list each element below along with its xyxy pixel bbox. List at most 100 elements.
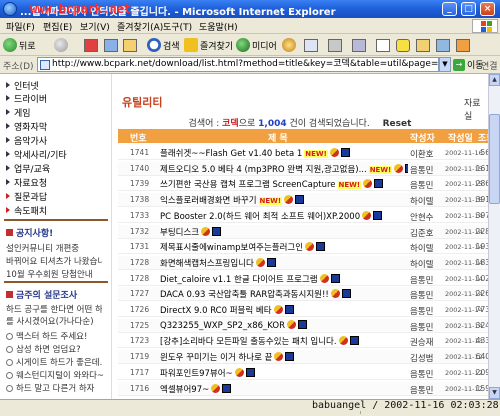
download-disk-icon[interactable] [316,242,326,252]
minimize-button[interactable]: _ [442,2,457,16]
row-subject-link[interactable]: PC Booster 2.0(하드 웨어 최적 소프트 웨어)XP.2000 [160,212,360,222]
poll-option[interactable]: 시게이트 하드가 좋은데. [6,356,110,368]
download-disk-icon[interactable] [330,273,340,283]
row-author[interactable]: 음통민 [410,179,433,191]
table-row[interactable]: 1727 DACA 0.93 국산압축툴 RAR압축과동시지원!! 음통민 2002-… [118,287,488,302]
row-author[interactable]: 하이텔 [410,242,433,254]
table-row[interactable]: 1740 제트오디오 5.0 베타 4 (mp3PRO 완벽 지원,광고없음)..… [118,161,488,176]
row-author[interactable]: 권승재 [410,336,433,348]
row-subject-link[interactable]: 쓰기편한 국산용 캡쳐 프로그램 ScreenCapture [160,180,336,190]
sidebar-item[interactable]: 속도패치 [14,204,47,217]
table-row[interactable]: 1719 윈도우 꾸미기는 이거 하나로 끝 김성범 2002-11-12 640 [118,350,488,365]
table-row[interactable]: 1728 화면해색캡처스프링입니다 하이텔 2002-11-14 183 [118,255,488,270]
download-disk-icon[interactable] [212,226,222,236]
row-subject-link[interactable]: DACA 0.93 국산압축툴 RAR압축과동시지원!! [160,290,329,300]
address-dropdown-icon[interactable]: ▼ [439,57,451,72]
row-subject-link[interactable]: 플래쉬겟~~Flash Get v1.40 beta 1 [160,149,302,159]
download-disk-icon[interactable] [284,305,294,314]
row-author[interactable]: 김성범 [410,352,433,364]
download-disk-icon[interactable] [285,352,295,362]
row-subject-link[interactable]: Diet_caloire v1.1 한글 다이어트 프로그램 [160,275,318,285]
extra-button[interactable] [456,37,470,53]
sidebar-item[interactable]: 드라이버 [14,92,47,105]
table-row[interactable]: 1723 [강추]소리바다 모든파일 출동수있는 패치 입니다. 권승재 2002-1… [118,334,488,349]
row-author[interactable]: 음통민 [410,368,433,380]
discuss-button[interactable] [376,37,390,53]
poll-option[interactable]: 하드 말고 다른거 하자 [6,382,110,394]
radio-icon[interactable] [6,372,13,379]
print-button[interactable] [328,37,342,53]
messenger-button[interactable] [396,37,410,53]
sidebar-item[interactable]: 인터넷 [14,79,39,92]
menu-help[interactable]: 도움말(H) [199,20,238,33]
table-row[interactable]: 1716 엑셀뷰어97~ 음통민 2002-11-12 159 [118,381,488,396]
row-author[interactable]: 음통민 [410,164,433,176]
table-row[interactable]: 1726 DirectX 9.0 RC0 퍼블릭 베타 음통민 2002-11-14 7… [118,303,488,317]
links-label[interactable]: 연결 [481,59,498,72]
sidebar-item[interactable]: 영화자막 [14,120,47,133]
stop-button[interactable] [84,37,98,53]
row-subject-link[interactable]: 파워포인트97뷰어~ [160,369,233,379]
sidebar-item[interactable]: 자료요청 [14,176,47,189]
row-subject-link[interactable]: 부팅디스크 [160,228,199,238]
radio-icon[interactable] [6,333,13,340]
table-row[interactable]: 1717 파워포인트97뷰어~ 음통민 2002-11-12 209 [118,366,488,380]
reset-link[interactable]: Reset [383,119,412,129]
vertical-scrollbar[interactable]: ▲ ▼ [488,74,500,399]
download-disk-icon[interactable] [222,383,232,393]
download-disk-icon[interactable] [373,210,383,220]
menu-favorites[interactable]: 즐겨찾기(A) [117,20,163,33]
radio-icon[interactable] [6,385,13,392]
home-button[interactable] [123,37,137,53]
back-button[interactable]: 뒤로 [3,37,36,53]
row-author[interactable]: 안현수 [410,211,433,223]
table-row[interactable]: 1728 Diet_caloire v1.1 한글 다이어트 프로그램 음통민 200… [118,272,488,286]
table-row[interactable]: 1725 Q323255_WXP_SP2_x86_KOR 음통민 2002-11-14… [118,318,488,333]
sidebar-item[interactable]: 질문과답 [14,190,47,203]
row-author[interactable]: 김준호 [410,227,433,239]
radio-icon[interactable] [6,346,13,353]
table-row[interactable]: 1732 부팅디스크 김준호 2002-11-14 228 [118,224,488,239]
sidebar-item[interactable]: 게임 [14,106,31,119]
row-author[interactable]: 음통민 [410,289,433,301]
menu-file[interactable]: 파일(F) [6,20,35,33]
download-disk-icon[interactable] [245,367,255,377]
download-disk-icon[interactable] [374,179,384,189]
go-button[interactable]: → 이동 [453,58,484,71]
radio-icon[interactable] [6,359,13,366]
poll-option[interactable]: 맥스터 하드 주세요! [6,330,110,342]
menu-edit[interactable]: 편집(E) [43,20,72,33]
table-row[interactable]: 1733 PC Booster 2.0(하드 웨어 최적 소프트 웨어)XP.20… [118,209,488,223]
notice-item[interactable]: 설인커뮤니티 개편중 [6,242,102,254]
row-subject-link[interactable]: 제목표시줄에winamp보여주는플러그인 [160,243,303,253]
maximize-button[interactable]: □ [461,2,476,16]
download-disk-icon[interactable] [341,289,351,299]
media-button[interactable]: 미디어 [236,37,277,53]
menu-view[interactable]: 보기(V) [80,20,110,33]
history-button[interactable] [282,37,298,53]
download-disk-icon[interactable] [266,257,276,267]
scroll-up-icon[interactable]: ▲ [489,74,500,86]
favorites-button[interactable]: 즐겨찾기 [184,37,233,53]
row-author[interactable]: 이환호 [410,148,433,160]
scroll-down-icon[interactable]: ▼ [489,387,500,399]
sidebar-item[interactable]: 음악가사 [14,134,47,147]
row-subject-link[interactable]: [강추]소리바다 모든파일 출동수있는 패치 입니다. [160,337,337,347]
sidebar-item[interactable]: 업무/교육 [14,162,50,175]
row-author[interactable]: 음통민 [410,321,433,333]
row-subject-link[interactable]: DirectX 9.0 RC0 퍼블릭 베타 [160,306,272,316]
table-row[interactable]: 1741 플래쉬겟~~Flash Get v1.40 beta 1 NEW! 이환호 2… [118,146,488,160]
search-button[interactable]: 검색 [147,37,180,53]
row-author[interactable]: 음통민 [410,274,433,286]
row-subject-link[interactable]: Q323255_WXP_SP2_x86_KOR [160,321,285,331]
row-author[interactable]: 음통민 [410,305,433,317]
poll-option[interactable]: 웨스턴디지털이 와와다~ [6,369,110,381]
row-subject-link[interactable]: 윈도우 꾸미기는 이거 하나로 끝 [160,353,272,363]
edit-button[interactable] [352,37,366,53]
row-author[interactable]: 하이텔 [410,258,433,270]
poll-option[interactable]: 삼성 하면 엄덤요? [6,343,110,355]
menu-tools[interactable]: 도구(T) [163,20,192,33]
notice-item[interactable]: 10월 우수회원 당첨안내 [6,268,102,280]
download-disk-icon[interactable] [295,195,305,205]
scroll-thumb[interactable] [489,114,500,204]
